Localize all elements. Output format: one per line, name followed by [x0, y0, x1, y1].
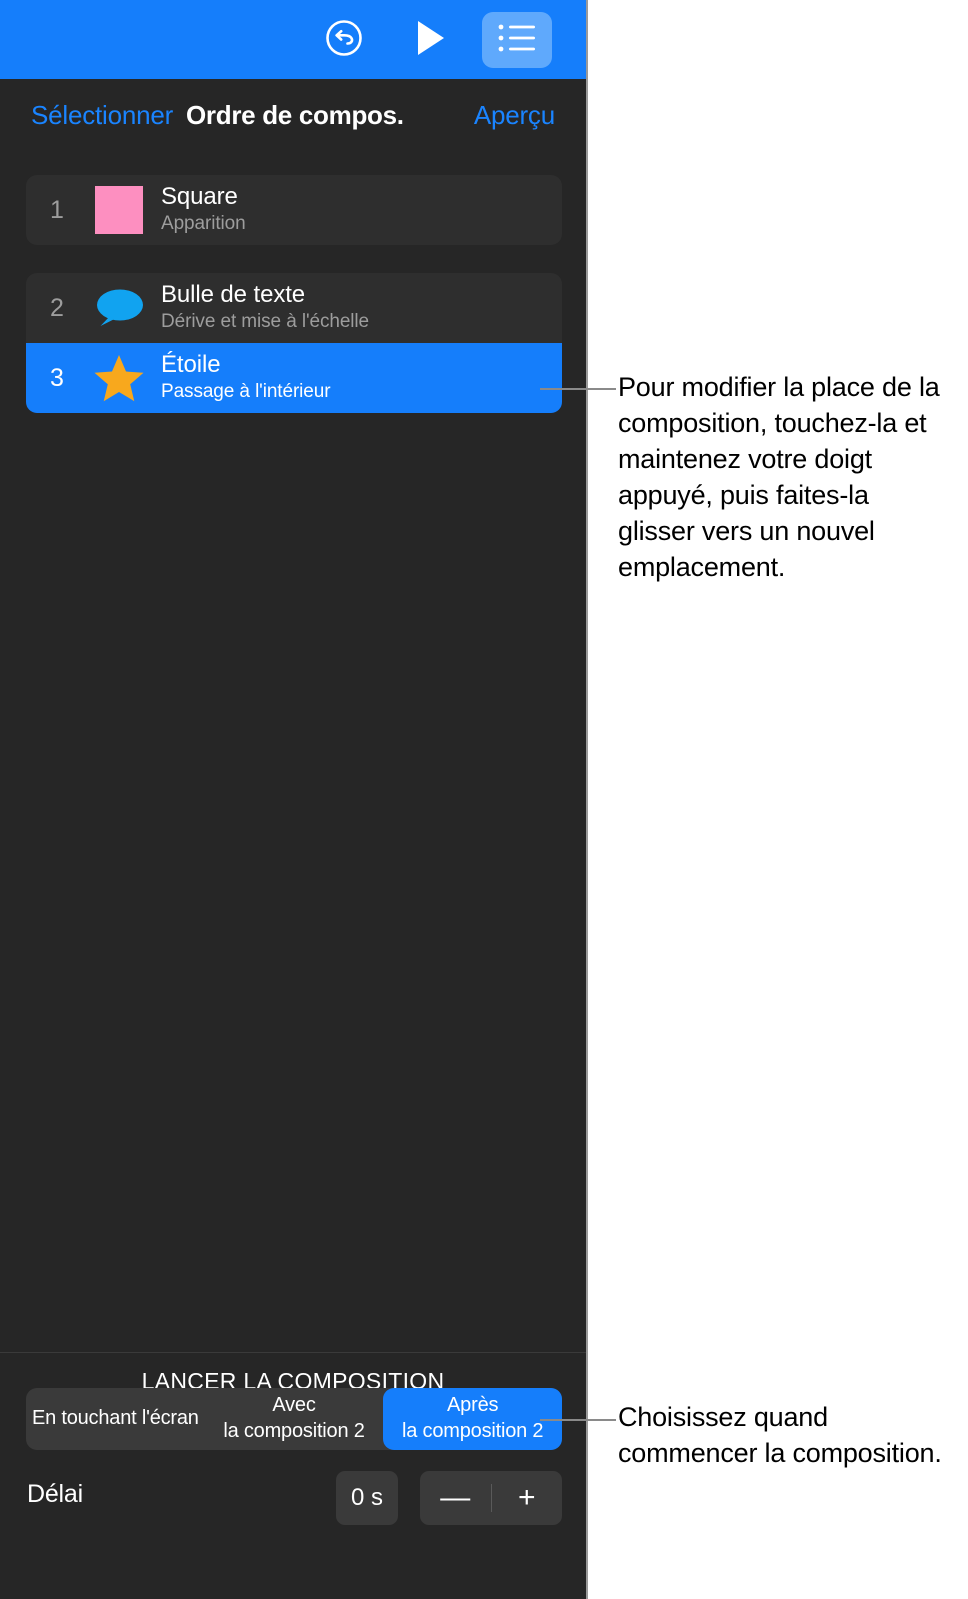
preview-button[interactable]: Aperçu	[474, 100, 555, 131]
build-effect-name: Apparition	[161, 213, 246, 235]
build-object-name: Square	[161, 183, 238, 211]
segment-after-build-line1: Après	[447, 1394, 499, 1417]
animate-build-order-panel: Sélectionner Ordre de compos. Aperçu 1 S…	[0, 0, 588, 1599]
page-title: Ordre de compos.	[186, 100, 404, 130]
delay-value-field[interactable]: 0 s	[336, 1471, 398, 1525]
table-row[interactable]: 3 Étoile Passage à l'intérieur	[26, 343, 562, 413]
callout-leader-line	[540, 388, 616, 390]
panel-header: Sélectionner Ordre de compos. Aperçu	[0, 79, 586, 149]
segment-with-build-line1: Avec	[272, 1394, 316, 1417]
callout-leader-line	[540, 1419, 616, 1421]
star-icon	[88, 348, 150, 408]
build-row-text: Square Apparition	[150, 184, 562, 236]
play-icon	[414, 18, 448, 63]
top-toolbar	[0, 0, 586, 79]
section-divider	[0, 1352, 586, 1353]
build-number: 2	[50, 293, 64, 322]
callout-start-timing: Choisissez quand commencer la compositio…	[618, 1402, 942, 1468]
build-order-list: 1 Square Apparition 2 Bulle de texte Dér…	[26, 175, 562, 413]
start-build-segmented-control[interactable]: En touchant l'écran Avec la composition …	[26, 1388, 563, 1450]
callout-reorder-build: Pour modifier la place de la composition…	[618, 372, 940, 582]
table-row[interactable]: 2 Bulle de texte Dérive et mise à l'éche…	[26, 273, 562, 343]
pink-square-swatch	[88, 180, 150, 240]
build-effect-name: Dérive et mise à l'échelle	[161, 311, 370, 333]
speech-bubble-icon	[88, 278, 150, 338]
delay-stepper[interactable]: — +	[420, 1471, 562, 1525]
undo-button[interactable]	[313, 19, 375, 61]
build-row-text: Bulle de texte Dérive et mise à l'échell…	[150, 282, 562, 334]
build-number: 3	[50, 363, 64, 392]
play-button[interactable]	[400, 19, 462, 61]
segment-after-build-line2: la composition 2	[402, 1420, 544, 1442]
segment-with-build-line2: la composition 2	[223, 1420, 365, 1442]
table-row[interactable]: 1 Square Apparition	[26, 175, 562, 245]
delay-increment-button[interactable]: +	[492, 1471, 563, 1525]
build-effect-name: Passage à l'intérieur	[161, 381, 331, 403]
build-order-list-button[interactable]	[482, 12, 552, 68]
delay-label: Délai	[27, 1480, 83, 1508]
build-number: 1	[50, 195, 64, 224]
build-object-name: Étoile	[161, 351, 221, 379]
delay-decrement-button[interactable]: —	[420, 1471, 491, 1525]
select-button[interactable]: Sélectionner	[31, 100, 173, 131]
segment-on-tap-line1: En touchant l'écran	[31, 1407, 199, 1430]
build-object-name: Bulle de texte	[161, 281, 306, 309]
delay-row: Délai 0 s — +	[0, 1468, 586, 1530]
segment-after-build[interactable]: Après la composition 2	[383, 1388, 563, 1450]
bullet-list-icon	[497, 22, 537, 59]
undo-circle-icon	[324, 18, 364, 63]
segment-on-tap[interactable]: En touchant l'écran	[26, 1388, 205, 1450]
segment-with-build[interactable]: Avec la composition 2	[205, 1388, 384, 1450]
build-row-text: Étoile Passage à l'intérieur	[150, 352, 562, 404]
